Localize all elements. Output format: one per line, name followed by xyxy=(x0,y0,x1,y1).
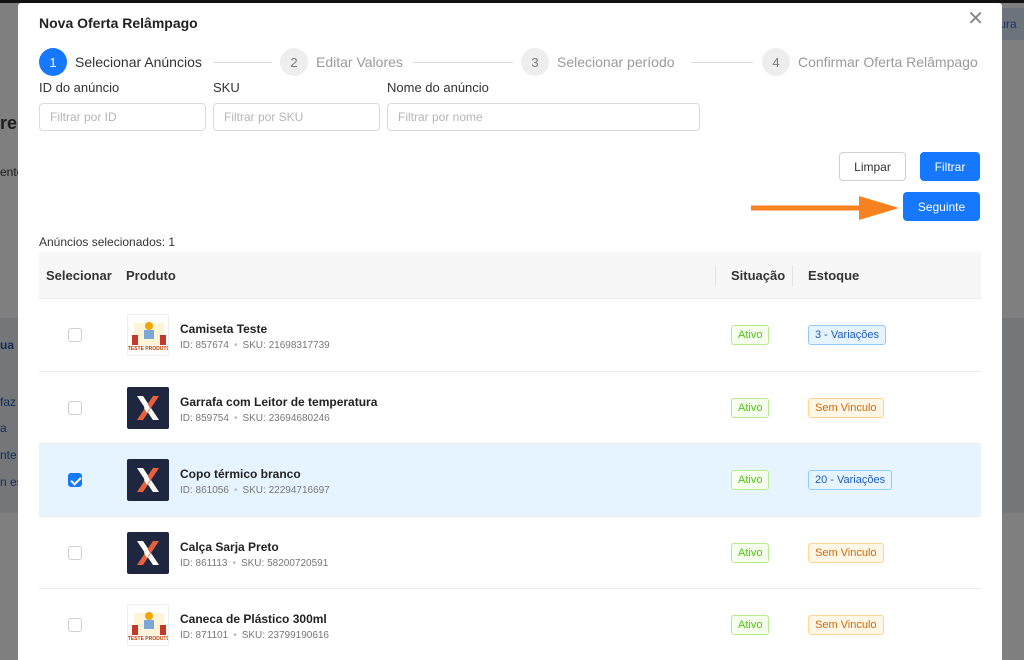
table-row[interactable]: Calça Sarja Preto ID: 861113 • SKU: 582007… xyxy=(39,517,981,589)
product-name: Camiseta Teste xyxy=(180,322,268,336)
flash-offer-modal: Nova Oferta Relâmpago ✕ 1 Selecionar Anú… xyxy=(18,3,1002,660)
test-product-image-icon: TESTE PRODUTO xyxy=(128,322,169,352)
step-connector xyxy=(214,62,272,63)
table-body: TESTE PRODUTO Camiseta Teste ID: 857674 •… xyxy=(39,299,981,660)
product-name: Caneca de Plástico 300ml xyxy=(180,612,327,626)
product-thumbnail xyxy=(127,459,169,501)
table-row[interactable]: Garrafa com Leitor de temperatura ID: 85… xyxy=(39,372,981,444)
product-thumbnail xyxy=(127,531,169,574)
stock-badge: 20 - Variações xyxy=(808,470,893,490)
name-filter-input[interactable] xyxy=(387,103,700,131)
product-sku: SKU: 58200720591 xyxy=(240,557,329,569)
product-sku: SKU: 23799190616 xyxy=(241,630,329,641)
column-divider xyxy=(792,266,793,286)
column-divider xyxy=(715,266,716,286)
step-connector xyxy=(691,62,753,63)
product-id: ID: 857674 xyxy=(180,340,229,351)
status-badge: Ativo xyxy=(731,325,770,345)
id-filter-label: ID do anúncio xyxy=(39,80,120,95)
product-thumbnail xyxy=(127,386,169,429)
product-sku: SKU: 23694680246 xyxy=(242,412,330,424)
table-row[interactable]: TESTE PRODUTO Caneca de Plástico 300ml I… xyxy=(39,589,981,660)
step-number: 3 xyxy=(521,48,549,76)
row-select-checkbox[interactable] xyxy=(68,473,82,487)
step-3: 3 Selecionar período xyxy=(521,48,675,76)
step-label: Selecionar Anúncios xyxy=(75,54,202,70)
product-meta: ID: 859754 • SKU: 23694680246 xyxy=(180,412,330,424)
step-1: 1 Selecionar Anúncios xyxy=(39,48,202,76)
selected-count: Anúncios selecionados: 1 xyxy=(39,235,176,249)
product-meta: ID: 857674 • SKU: 21698317739 xyxy=(180,340,330,351)
close-icon[interactable]: ✕ xyxy=(967,9,984,29)
product-id: ID: 871101 xyxy=(180,630,229,641)
brand-x-logo-icon xyxy=(137,468,159,492)
table-header: Selecionar Produto Situação Estoque xyxy=(39,252,981,299)
table-row[interactable]: TESTE PRODUTO Camiseta Teste ID: 857674 •… xyxy=(39,299,981,372)
product-thumbnail: TESTE PRODUTO xyxy=(127,604,169,646)
clear-button[interactable]: Limpar xyxy=(839,152,906,181)
step-label: Editar Valores xyxy=(316,54,403,70)
thumbnail-caption: TESTE PRODUTO xyxy=(128,636,169,642)
status-badge: Ativo xyxy=(731,542,770,563)
step-number: 1 xyxy=(39,48,67,76)
id-filter-input[interactable] xyxy=(39,103,206,131)
row-select-checkbox[interactable] xyxy=(68,545,82,560)
step-label: Confirmar Oferta Relâmpago xyxy=(798,54,978,70)
status-badge: Ativo xyxy=(731,470,770,490)
column-header-stock: Estoque xyxy=(808,268,860,283)
column-header-status: Situação xyxy=(731,268,786,283)
step-label: Selecionar período xyxy=(557,54,675,70)
thumbnail-caption: TESTE PRODUTO xyxy=(128,346,169,352)
filter-button[interactable]: Filtrar xyxy=(920,152,980,181)
product-name: Calça Sarja Preto xyxy=(180,539,279,554)
product-meta: ID: 871101 • SKU: 23799190616 xyxy=(180,630,329,641)
product-sku: SKU: 22294716697 xyxy=(242,485,330,496)
step-number: 4 xyxy=(762,48,790,76)
row-select-checkbox[interactable] xyxy=(68,618,82,632)
product-id: ID: 859754 xyxy=(180,412,229,424)
products-table: Selecionar Produto Situação Estoque TEST… xyxy=(39,252,981,660)
table-row[interactable]: Copo térmico branco ID: 861056 • SKU: 2229… xyxy=(39,444,981,517)
step-4: 4 Confirmar Oferta Relâmpago xyxy=(762,48,978,76)
stock-badge: Sem Vinculo xyxy=(808,542,884,563)
modal-title: Nova Oferta Relâmpago xyxy=(39,15,198,31)
product-sku: SKU: 21698317739 xyxy=(242,340,330,351)
product-name: Garrafa com Leitor de temperatura xyxy=(180,394,378,409)
product-id: ID: 861056 xyxy=(180,485,229,496)
row-select-checkbox[interactable] xyxy=(68,400,82,415)
brand-x-logo-icon xyxy=(137,395,159,420)
stock-badge: Sem Vinculo xyxy=(808,615,884,635)
product-meta: ID: 861056 • SKU: 22294716697 xyxy=(180,485,330,496)
name-filter-label: Nome do anúncio xyxy=(387,80,489,95)
status-badge: Ativo xyxy=(731,397,770,418)
stock-badge: Sem Vinculo xyxy=(808,397,884,418)
sku-filter-label: SKU xyxy=(213,80,240,95)
product-thumbnail: TESTE PRODUTO xyxy=(127,314,169,356)
step-connector xyxy=(413,62,513,63)
test-product-image-icon: TESTE PRODUTO xyxy=(128,612,169,642)
arrow-right-icon xyxy=(751,196,899,220)
stepper: 1 Selecionar Anúncios 2 Editar Valores 3… xyxy=(39,48,981,78)
step-2: 2 Editar Valores xyxy=(280,48,403,76)
status-badge: Ativo xyxy=(731,615,770,635)
stock-badge: 3 - Variações xyxy=(808,325,886,345)
column-header-product: Produto xyxy=(126,268,176,283)
product-id: ID: 861113 xyxy=(180,557,228,569)
row-select-checkbox[interactable] xyxy=(68,328,82,342)
brand-x-logo-icon xyxy=(137,540,159,565)
next-button[interactable]: Seguinte xyxy=(903,192,980,221)
product-meta: ID: 861113 • SKU: 58200720591 xyxy=(180,557,329,569)
sku-filter-input[interactable] xyxy=(213,103,380,131)
step-number: 2 xyxy=(280,48,308,76)
column-header-select: Selecionar xyxy=(46,268,112,283)
product-name: Copo térmico branco xyxy=(180,467,301,481)
